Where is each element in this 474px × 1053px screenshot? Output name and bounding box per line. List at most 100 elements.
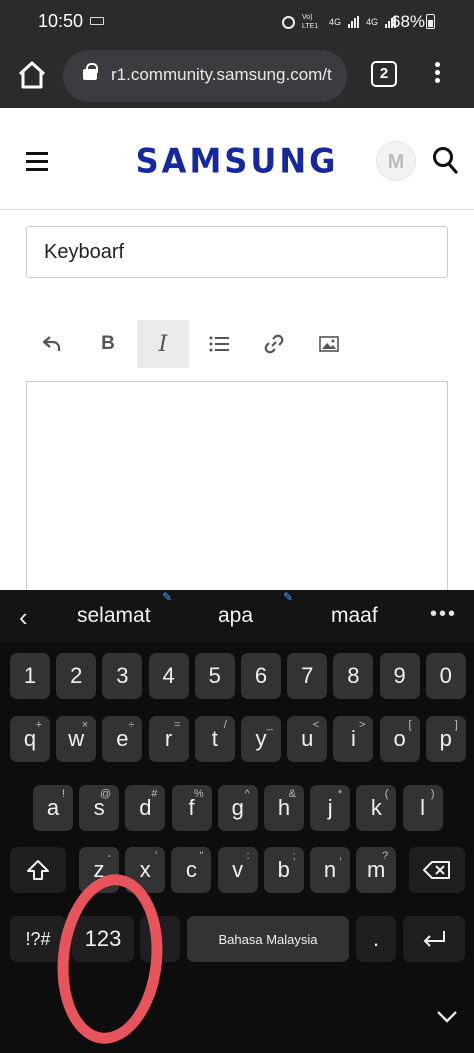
key-label: k (370, 795, 382, 820)
key-0[interactable]: 0 (425, 653, 466, 699)
bullet-list-button[interactable] (193, 320, 245, 368)
message-body-editor[interactable] (26, 381, 448, 596)
key-d[interactable]: d # (125, 785, 166, 831)
key-label: 0 (439, 663, 452, 688)
key-label: o (393, 726, 406, 751)
shift-key[interactable] (10, 847, 66, 893)
key-label: r (164, 726, 173, 751)
backspace-key[interactable] (409, 847, 465, 893)
key-1[interactable]: 1 (10, 653, 50, 699)
key-u[interactable]: u < (287, 716, 328, 762)
key-label: c (185, 857, 197, 882)
space-key[interactable]: Bahasa Malaysia (187, 916, 349, 962)
suggestion-3[interactable]: maaf (331, 604, 378, 628)
key-hint: = (174, 719, 181, 731)
key-p[interactable]: p] (425, 716, 466, 762)
key-label: d (139, 795, 152, 820)
volte-label: Vo) LTE1 (302, 14, 319, 30)
key-label: 5 (208, 663, 221, 688)
key-i[interactable]: i > (333, 716, 374, 762)
key-hint: > (358, 719, 366, 731)
avatar[interactable]: M (376, 141, 416, 181)
key-hint: [ (408, 719, 412, 731)
key-n[interactable]: n, (310, 847, 350, 893)
key-hint: ^ (244, 788, 250, 800)
image-button[interactable] (303, 320, 355, 368)
bullet-list-icon (209, 336, 229, 352)
url-text: r1.community.samsung.com/t (111, 65, 332, 84)
key-label: 6 (254, 663, 268, 688)
key-o[interactable]: o[ (379, 716, 420, 762)
key-label: n (323, 857, 337, 882)
key-label: l (420, 795, 426, 820)
key-e[interactable]: e ÷ (102, 716, 143, 762)
suggestion-2[interactable]: apa (218, 604, 253, 628)
suggestion-bar: ‹ ✎ selamat apa ✎ maaf ••• (0, 590, 474, 642)
key-hint: ÷ (128, 719, 135, 731)
key-hint: + (35, 719, 42, 731)
home-icon[interactable] (16, 59, 48, 91)
image-icon (319, 336, 339, 352)
key-q[interactable]: q + (10, 716, 50, 762)
key-label: 7 (301, 663, 314, 688)
key-4[interactable]: 4 (148, 653, 189, 699)
key-hint: ) (430, 788, 435, 800)
search-icon[interactable] (432, 146, 458, 174)
key-label: g (231, 795, 244, 820)
key-7[interactable]: 7 (287, 653, 328, 699)
key-9[interactable]: 9 (379, 653, 420, 699)
subject-field[interactable]: Keyboarf (26, 226, 448, 278)
key-5[interactable]: 5 (194, 653, 235, 699)
key-2[interactable]: 2 (56, 653, 97, 699)
key-hint: " (199, 850, 204, 862)
key-label: y (255, 726, 267, 751)
link-icon (264, 334, 284, 354)
suggestion-1[interactable]: selamat (77, 604, 151, 628)
more-menu-icon[interactable] (428, 59, 446, 93)
key-g[interactable]: g ^ (217, 785, 258, 831)
key-label: 1 (23, 663, 37, 688)
key-b[interactable]: b; (263, 847, 304, 893)
key-m[interactable]: m? (356, 847, 397, 893)
address-bar[interactable]: r1.community.samsung.com/t (63, 50, 347, 102)
key-c[interactable]: c " (171, 847, 212, 893)
key-a[interactable]: a! (33, 785, 73, 831)
key-k[interactable]: k( (356, 785, 397, 831)
key-label: t (211, 726, 218, 751)
enter-icon (423, 931, 445, 947)
key-f[interactable]: f% (171, 785, 212, 831)
keyboard-status-icon (90, 17, 104, 25)
key-hint: / (223, 719, 227, 731)
key-y[interactable]: y _ (241, 716, 281, 762)
key-h[interactable]: h & (264, 785, 304, 831)
key-r[interactable]: r = (148, 716, 189, 762)
network-label-2: 4G (366, 17, 379, 27)
more-options-icon[interactable]: ••• (430, 603, 457, 626)
period-key[interactable]: . (356, 916, 396, 962)
key-3[interactable]: 3 (102, 653, 143, 699)
link-button[interactable] (248, 320, 300, 368)
key-hint: ! (61, 788, 65, 800)
lock-icon (83, 63, 98, 80)
key-l[interactable]: l) (402, 785, 443, 831)
key-t[interactable]: t / (194, 716, 235, 762)
key-hint: × (81, 719, 89, 731)
key-v[interactable]: v: (217, 847, 258, 893)
undo-button[interactable] (26, 320, 78, 368)
enter-key[interactable] (403, 916, 465, 962)
key-6[interactable]: 6 (241, 653, 281, 699)
key-hint: : (246, 850, 250, 862)
chevron-down-icon[interactable] (436, 1010, 458, 1024)
chevron-left-icon[interactable]: ‹ (19, 602, 28, 633)
tab-switcher-button[interactable]: 2 (371, 61, 397, 87)
key-j[interactable]: j * (310, 785, 351, 831)
key-label: 3 (116, 663, 129, 688)
bold-button[interactable]: B (82, 320, 134, 368)
network-label-1: 4G (329, 17, 342, 27)
key-s[interactable]: s @ (79, 785, 120, 831)
key-label: p (439, 726, 452, 751)
key-8[interactable]: 8 (333, 653, 374, 699)
italic-button[interactable]: I (137, 320, 189, 368)
key-w[interactable]: w × (56, 716, 97, 762)
key-hint: * (337, 788, 343, 800)
